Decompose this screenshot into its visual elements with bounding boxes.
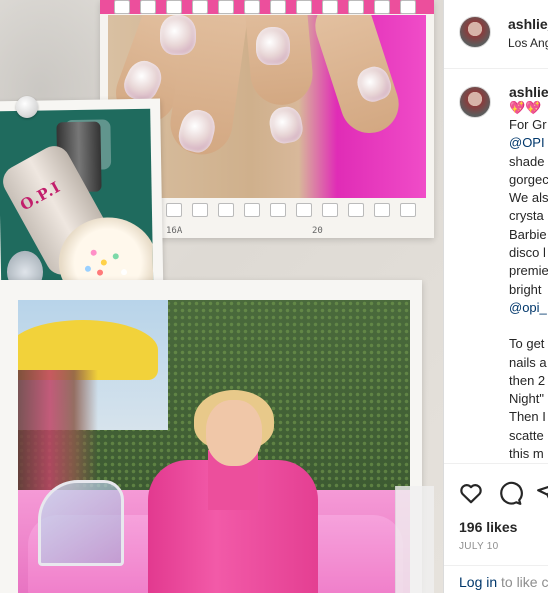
woman-in-pink-suit — [148, 390, 318, 593]
caption-line: premie — [509, 263, 548, 279]
caption-line: disco l — [509, 245, 546, 261]
caption-line: then 2 — [509, 372, 546, 388]
bottle-label: O.P.I — [17, 177, 64, 215]
tape-strip — [395, 486, 434, 593]
caption-line: shade — [509, 153, 545, 169]
post-actions: 196 likes JULY 10 Log in to like c — [444, 463, 548, 593]
caption-line: Barbie — [509, 226, 547, 242]
car-windshield — [38, 480, 124, 566]
caption-emoji: 💖💖 — [509, 100, 542, 115]
caption-line: Night" — [509, 391, 544, 407]
caption-mention-link[interactable]: @OPI — [509, 134, 548, 152]
like-heart-icon[interactable] — [458, 480, 484, 506]
header-username-link[interactable]: ashlie_ — [508, 16, 548, 32]
caption-line: crysta — [509, 208, 544, 224]
share-icon[interactable] — [536, 480, 548, 506]
caption-line: To get — [509, 336, 545, 352]
post-date[interactable]: JULY 10 — [459, 541, 499, 552]
caption-username-link[interactable]: ashlie_ — [509, 84, 548, 100]
login-prompt-text: to like c — [501, 574, 548, 590]
caption-line: For Gr — [509, 117, 547, 132]
post-image[interactable]: 16A 20 O.P.I — [0, 0, 443, 593]
caption-mention-link[interactable]: @opi_ — [509, 299, 548, 317]
pushpin-icon — [16, 96, 38, 118]
comment-icon[interactable] — [497, 480, 523, 506]
post-header: ashlie_ Los Ang — [444, 0, 548, 69]
film-holes-top — [100, 0, 434, 14]
login-link[interactable]: Log in — [459, 574, 497, 590]
film-code-left: 16A — [166, 226, 183, 236]
premiere-photo — [18, 300, 410, 593]
avatar[interactable] — [459, 16, 491, 48]
caption-line: Then I — [509, 409, 546, 425]
caption-line: scatte — [509, 427, 544, 443]
caption-line: bright — [509, 281, 542, 297]
location-link[interactable]: Los Ang — [508, 36, 548, 50]
caption: ashlie_ 💖💖 For Gr @OPI shade gorgec We a… — [509, 84, 548, 463]
caption-line: nails a — [509, 354, 547, 370]
post-sidebar: ashlie_ Los Ang ashlie_ 💖💖 For Gr @OPI s… — [443, 0, 548, 593]
polaroid-premiere-photo — [0, 280, 422, 593]
login-row: Log in to like c — [444, 565, 548, 593]
caption-avatar[interactable] — [459, 86, 491, 118]
caption-line: this m — [509, 446, 544, 462]
likes-count[interactable]: 196 likes — [459, 519, 517, 535]
bystanders — [18, 370, 98, 490]
caption-line: gorgec — [509, 171, 548, 187]
film-code-right: 20 — [312, 226, 323, 236]
caption-line: We als — [509, 190, 548, 206]
